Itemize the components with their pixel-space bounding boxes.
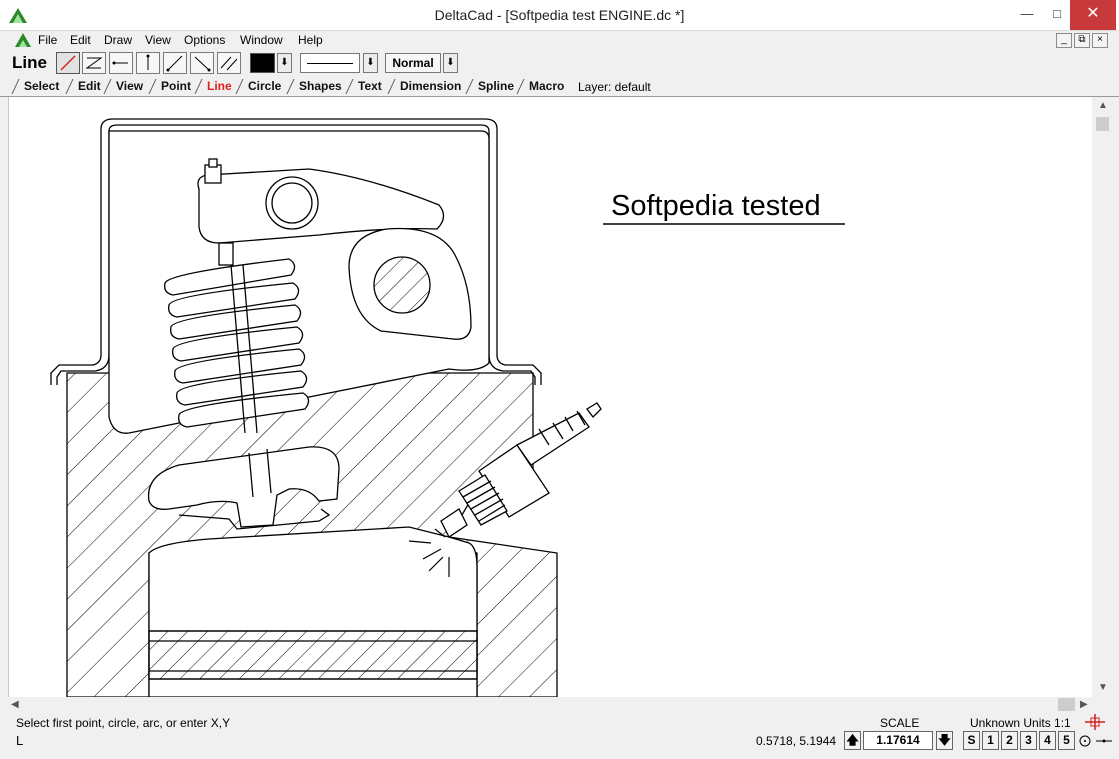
crosshair-icon[interactable] (1084, 713, 1106, 731)
tab-point[interactable]: Point (151, 78, 191, 95)
line-perpendicular-button[interactable] (190, 52, 214, 74)
horizontal-scroll-thumb[interactable] (1058, 698, 1075, 711)
line-continuous-button[interactable] (82, 52, 106, 74)
parallel-line-icon (220, 56, 238, 71)
window-title: DeltaCad - [Softpedia test ENGINE.dc *] (434, 7, 685, 23)
line-color-swatch[interactable] (250, 53, 275, 73)
menu-help[interactable]: Help (298, 33, 323, 47)
vertical-scrollbar[interactable]: ▲ ▼ (1093, 97, 1112, 697)
engine-drawing: Softpedia tested (50, 118, 845, 697)
scale-up-button[interactable]: 🡅 (844, 731, 861, 750)
scroll-right-arrow-icon[interactable]: ▶ (1080, 699, 1088, 710)
menu-draw[interactable]: Draw (104, 33, 132, 47)
document-icon[interactable] (14, 32, 32, 48)
horizontal-scrollbar[interactable]: ◀ ▶ (8, 697, 1093, 713)
current-tool-label: Line (12, 53, 47, 72)
scale-value-field[interactable]: 1.17614 (863, 731, 933, 750)
menu-window[interactable]: Window (240, 33, 283, 47)
menu-edit[interactable]: Edit (70, 33, 91, 47)
snap-button-3[interactable]: 3 (1020, 731, 1037, 750)
line-two-point-button[interactable] (56, 52, 80, 74)
rocker-pivot (265, 176, 319, 230)
tab-edit[interactable]: Edit (68, 78, 101, 95)
tab-text[interactable]: Text (348, 78, 382, 95)
angled-line-icon (166, 55, 183, 72)
line-style-dropdown-arrow[interactable]: ⬇ (363, 53, 378, 73)
horizontal-line-icon (112, 61, 128, 65)
command-prompt: Select first point, circle, arc, or ente… (16, 716, 231, 730)
scroll-up-arrow-icon[interactable]: ▲ (1098, 100, 1108, 111)
mdi-restore-button[interactable]: ⧉ (1074, 33, 1090, 48)
line-horizontal-button[interactable] (109, 52, 133, 74)
menu-file[interactable]: File (38, 33, 57, 47)
scale-label: SCALE (880, 716, 920, 730)
command-tab-bar: Select Edit View Point Line Circle Shape… (0, 76, 1119, 97)
layer-label: Layer: default (578, 80, 651, 94)
tab-macro[interactable]: Macro (519, 78, 564, 95)
close-button[interactable]: ✕ (1070, 0, 1116, 30)
snap-button-1[interactable]: 1 (982, 731, 999, 750)
line-style-select[interactable] (300, 53, 360, 73)
scale-down-button[interactable]: 🡇 (936, 731, 953, 750)
units-label: Unknown Units 1:1 (970, 716, 1071, 730)
softpedia-annotation: Softpedia tested (611, 190, 821, 222)
title-bar: DeltaCad - [Softpedia test ENGINE.dc *] … (0, 0, 1119, 31)
tab-view[interactable]: View (106, 78, 143, 95)
snap-button-5[interactable]: 5 (1058, 731, 1075, 750)
perpendicular-line-icon (194, 56, 211, 72)
cursor-coordinates: 0.5718, 5.1944 (756, 734, 837, 748)
scroll-down-arrow-icon[interactable]: ▼ (1098, 682, 1108, 693)
line-two-point-icon (60, 55, 76, 71)
line-toolbar: Line ⬇ ⬇ Normal ⬇ (0, 51, 1119, 76)
line-color-dropdown-arrow[interactable]: ⬇ (277, 53, 292, 73)
mdi-minimize-button[interactable]: _ (1056, 33, 1072, 48)
menu-options[interactable]: Options (184, 33, 225, 47)
snap-button-s[interactable]: S (963, 731, 980, 750)
line-angle-button[interactable] (163, 52, 187, 74)
menu-view[interactable]: View (145, 33, 171, 47)
line-vertical-button[interactable] (136, 52, 160, 74)
tab-dimension[interactable]: Dimension (390, 78, 461, 95)
mdi-close-button[interactable]: × (1092, 33, 1108, 48)
line-parallel-button[interactable] (217, 52, 241, 74)
polyline-icon (85, 57, 103, 69)
scroll-left-arrow-icon[interactable]: ◀ (11, 699, 19, 710)
drawing-canvas[interactable]: Softpedia tested (8, 97, 1092, 697)
line-mode-select[interactable]: Normal (385, 53, 441, 73)
tab-shapes[interactable]: Shapes (289, 78, 342, 95)
status-bar: Select first point, circle, arc, or ente… (0, 713, 1119, 759)
prompt-input-cursor[interactable]: L (16, 733, 23, 748)
menu-bar: File Edit Draw View Options Window Help … (0, 31, 1119, 51)
minimize-button[interactable]: — (1012, 0, 1042, 30)
vertical-scroll-thumb[interactable] (1096, 117, 1109, 131)
snap-target-icon[interactable] (1078, 733, 1114, 749)
snap-button-2[interactable]: 2 (1001, 731, 1018, 750)
tab-spline[interactable]: Spline (468, 78, 514, 95)
line-mode-dropdown-arrow[interactable]: ⬇ (443, 53, 458, 73)
tab-line[interactable]: Line (197, 78, 232, 95)
vertical-line-icon (146, 54, 150, 70)
snap-button-4[interactable]: 4 (1039, 731, 1056, 750)
tab-select[interactable]: Select (14, 78, 59, 95)
maximize-button[interactable]: □ (1042, 0, 1072, 30)
tab-circle[interactable]: Circle (238, 78, 281, 95)
